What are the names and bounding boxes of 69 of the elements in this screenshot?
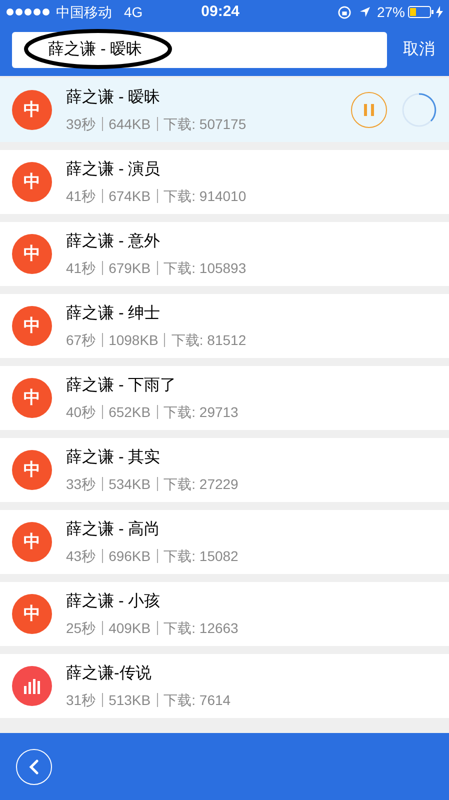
- song-duration: 25秒: [66, 618, 96, 638]
- search-value: 薛之谦 - 暧昧: [48, 40, 142, 60]
- song-duration: 43秒: [66, 546, 96, 566]
- bars-icon: [12, 666, 52, 706]
- carrier-label: 中国移动: [56, 2, 112, 22]
- song-avatar-icon: 中: [12, 378, 52, 418]
- download-count: 下载: 914010: [164, 186, 246, 206]
- search-field[interactable]: 薛之谦 - 暧昧: [12, 32, 387, 68]
- download-count: 下载: 507175: [164, 114, 246, 134]
- network-label: 4G: [124, 2, 143, 22]
- song-title: 薛之谦 - 暧昧: [66, 88, 162, 108]
- song-size: 534KB: [108, 474, 151, 494]
- battery-percent: 27%: [376, 2, 405, 22]
- song-title: 薛之谦-传说: [66, 664, 152, 684]
- download-count: 下载: 27229: [164, 474, 238, 494]
- song-duration: 33秒: [66, 474, 96, 494]
- song-row[interactable]: 薛之谦-传说 31秒 513KB 下载: 7614: [0, 654, 449, 718]
- song-size: 644KB: [108, 114, 151, 134]
- cancel-button[interactable]: 取消: [399, 38, 439, 62]
- song-row[interactable]: 中 薛之谦 - 演员 41秒 674KB 下载: 914010: [0, 150, 449, 214]
- song-size: 696KB: [108, 546, 151, 566]
- song-title: 薛之谦 - 小孩: [66, 592, 162, 612]
- song-duration: 39秒: [66, 114, 96, 134]
- download-count: 下载: 81512: [171, 330, 246, 350]
- song-avatar-icon: 中: [12, 522, 52, 562]
- back-button[interactable]: [16, 748, 52, 784]
- location-arrow-icon: [358, 6, 371, 18]
- song-avatar-icon: 中: [12, 162, 52, 202]
- song-row[interactable]: 中 薛之谦 - 其实 33秒 534KB 下载: 27229: [0, 438, 449, 502]
- song-row[interactable]: 中 薛之谦 - 小孩 25秒 409KB 下载: 12663: [0, 582, 449, 646]
- loading-spinner-icon: [401, 92, 437, 128]
- song-avatar-icon: 中: [12, 306, 52, 346]
- charging-bolt-icon: [436, 6, 443, 18]
- rotation-lock-icon: [338, 6, 351, 18]
- song-row[interactable]: 中 薛之谦 - 下雨了 40秒 652KB 下载: 29713: [0, 366, 449, 430]
- song-title: 薛之谦 - 意外: [66, 232, 162, 252]
- song-size: 679KB: [108, 258, 151, 278]
- song-title: 薛之谦 - 高尚: [66, 520, 162, 540]
- song-title: 薛之谦 - 演员: [66, 160, 162, 180]
- download-count: 下载: 15082: [164, 546, 238, 566]
- song-size: 674KB: [108, 186, 151, 206]
- song-size: 513KB: [108, 690, 151, 710]
- song-duration: 31秒: [66, 690, 96, 710]
- song-title: 薛之谦 - 下雨了: [66, 376, 178, 396]
- signal-icon: [6, 8, 52, 16]
- song-duration: 41秒: [66, 258, 96, 278]
- song-avatar-icon: 中: [12, 450, 52, 490]
- song-row[interactable]: 中 薛之谦 - 暧昧 39秒 644KB 下载: 507175: [0, 78, 449, 142]
- song-avatar-icon: 中: [12, 90, 52, 130]
- song-title: 薛之谦 - 绅士: [66, 304, 162, 324]
- download-count: 下载: 29713: [164, 402, 238, 422]
- song-duration: 41秒: [66, 186, 96, 206]
- download-count: 下载: 12663: [164, 618, 238, 638]
- song-duration: 40秒: [66, 402, 96, 422]
- song-avatar-icon: 中: [12, 594, 52, 634]
- song-size: 1098KB: [108, 330, 158, 350]
- song-row[interactable]: 中 薛之谦 - 高尚 43秒 696KB 下载: 15082: [0, 510, 449, 574]
- song-size: 652KB: [108, 402, 151, 422]
- clock: 09:24: [201, 2, 240, 22]
- song-title: 薛之谦 - 其实: [66, 448, 162, 468]
- battery-icon: [408, 6, 434, 18]
- chevron-left-icon: [29, 758, 39, 774]
- song-row[interactable]: 中 薛之谦 - 意外 41秒 679KB 下载: 105893: [0, 222, 449, 286]
- song-row[interactable]: 中 薛之谦 - 绅士 67秒 1098KB 下载: 81512: [0, 294, 449, 358]
- song-size: 409KB: [108, 618, 151, 638]
- song-duration: 67秒: [66, 330, 96, 350]
- download-count: 下载: 7614: [164, 690, 231, 710]
- song-avatar-icon: 中: [12, 234, 52, 274]
- download-count: 下载: 105893: [164, 258, 246, 278]
